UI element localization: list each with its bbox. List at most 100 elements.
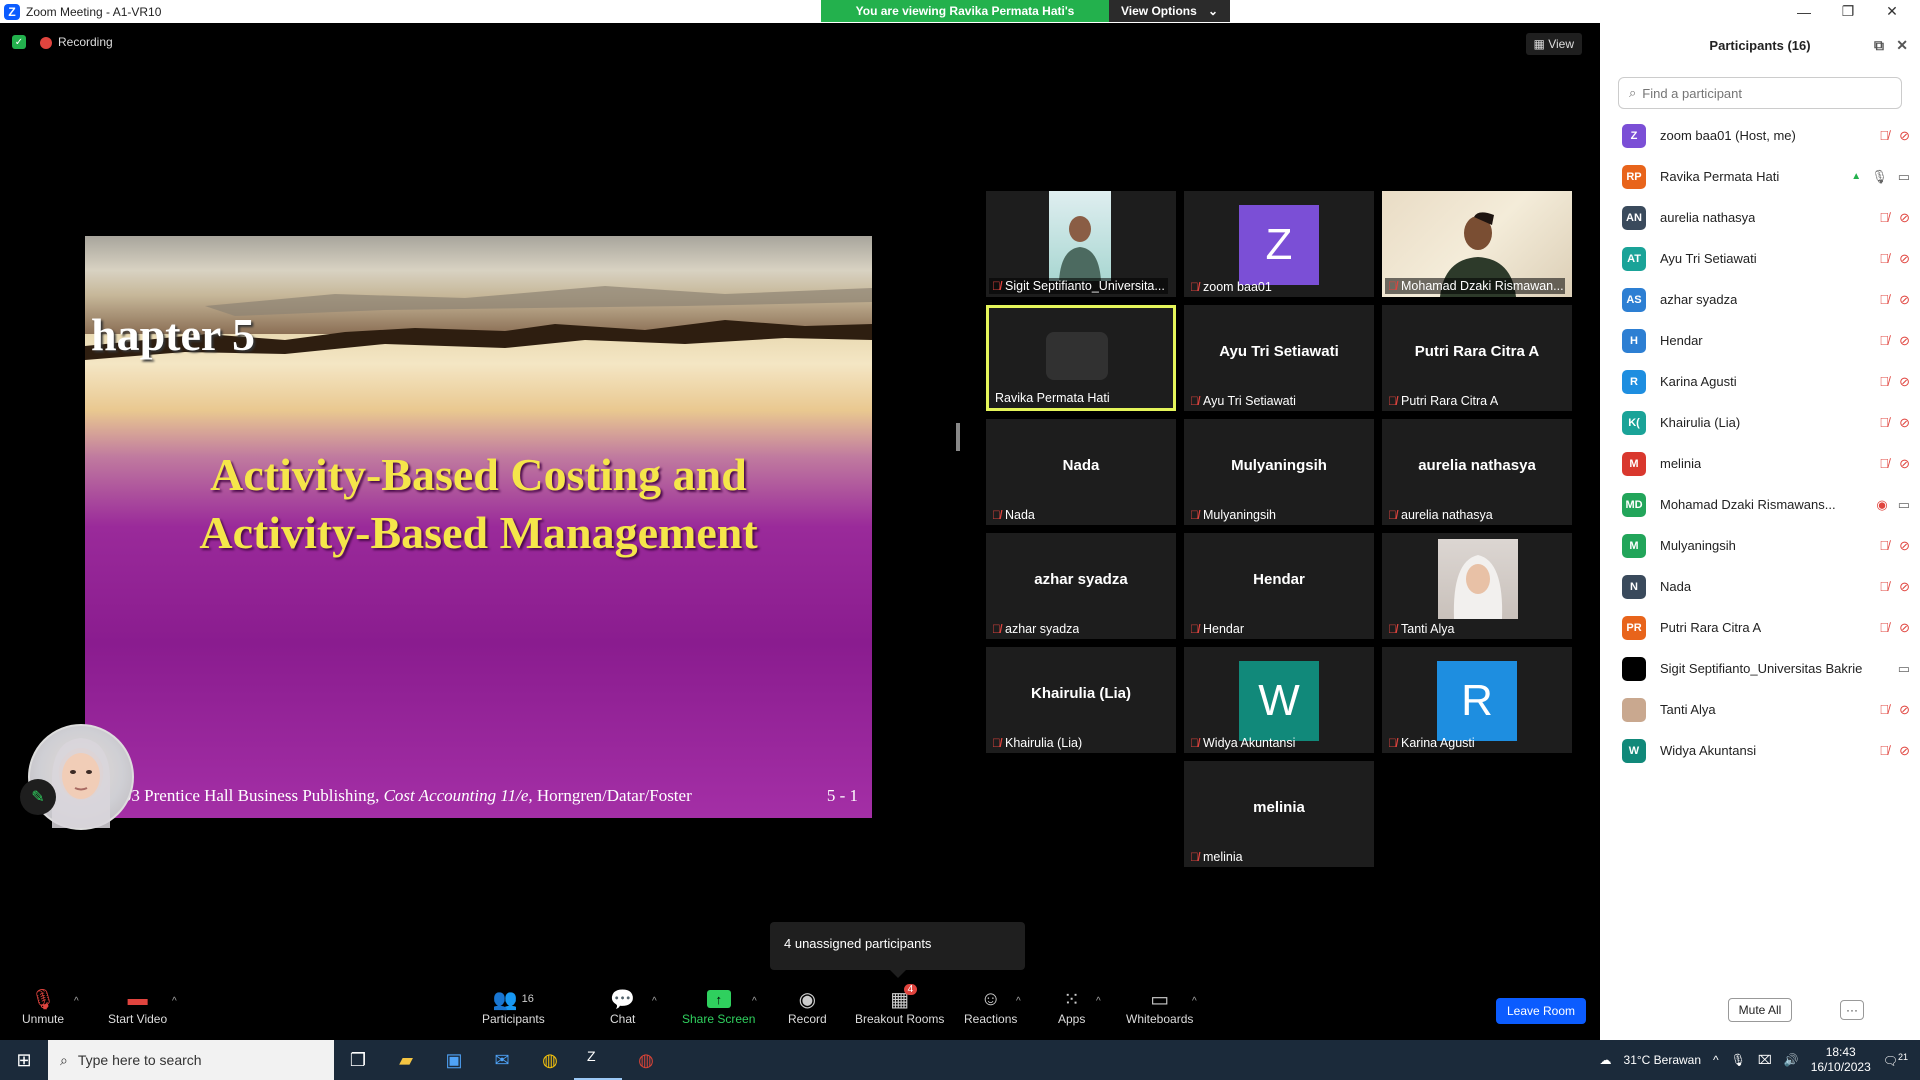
restore-button[interactable]: ❐ — [1826, 0, 1870, 23]
taskbar-search[interactable]: ⌕ Type here to search — [48, 1040, 334, 1080]
video-off-icon[interactable]: ⊘ — [1899, 743, 1910, 759]
video-on-icon[interactable]: ▭ — [1898, 661, 1910, 677]
close-icon[interactable]: ✕ — [1896, 37, 1908, 54]
video-tile[interactable]: Khairulia (Lia) 🎙̸ Khairulia (Lia) — [986, 647, 1176, 753]
mic-off-icon[interactable]: 🎙̸ — [1879, 538, 1889, 553]
view-options-button[interactable]: View Options ⌄ — [1109, 0, 1230, 22]
video-off-icon[interactable]: ⊘ — [1899, 128, 1910, 144]
participant-row[interactable]: H Hendar 🎙̸ ⊘ — [1600, 320, 1920, 361]
mic-off-icon[interactable]: 🎙̸ — [1879, 456, 1889, 471]
video-tile[interactable]: Mulyaningsih 🎙̸ Mulyaningsih — [1184, 419, 1374, 525]
recording-indicator[interactable]: Recording — [40, 35, 113, 49]
windows-start-icon[interactable]: ⊞ — [0, 1040, 48, 1080]
notifications-icon[interactable]: 🗨21 — [1883, 1052, 1908, 1068]
tray-chevron-up-icon[interactable]: ^ — [1713, 1053, 1719, 1067]
apps-caret-icon[interactable]: ^ — [1096, 996, 1101, 1007]
video-off-icon[interactable]: ⊘ — [1899, 210, 1910, 226]
close-window-button[interactable]: ✕ — [1870, 0, 1914, 23]
mic-off-icon[interactable]: 🎙̸ — [1879, 333, 1889, 348]
zoom-app-icon[interactable]: Z — [574, 1040, 622, 1080]
split-resize-handle[interactable] — [956, 423, 960, 451]
participant-row[interactable]: M Mulyaningsih 🎙̸ ⊘ — [1600, 525, 1920, 566]
microsoft-store-icon[interactable]: ▣ — [430, 1040, 478, 1080]
mic-off-icon[interactable]: 🎙̸ — [1879, 251, 1889, 266]
pop-out-icon[interactable]: ⧉ — [1874, 37, 1884, 54]
participant-search[interactable]: ⌕ — [1618, 77, 1902, 109]
participant-row[interactable]: PR Putri Rara Citra A 🎙̸ ⊘ — [1600, 607, 1920, 648]
mail-icon[interactable]: ✉ — [478, 1040, 526, 1080]
participants-button[interactable]: 👥 16 Participants — [482, 986, 545, 1027]
participant-row[interactable]: Tanti Alya 🎙̸ ⊘ — [1600, 689, 1920, 730]
video-tile[interactable]: 🎙̸ Mohamad Dzaki Rismawan... — [1382, 191, 1572, 297]
mic-off-icon[interactable]: 🎙̸ — [1879, 374, 1889, 389]
video-off-icon[interactable]: ⊘ — [1899, 620, 1910, 636]
participant-row[interactable]: Mmelinia 🎙̸ ⊘ — [1600, 443, 1920, 484]
mic-off-icon[interactable]: 🎙̸ — [1879, 128, 1889, 143]
mic-off-icon[interactable]: 🎙̸ — [1879, 292, 1889, 307]
minimize-button[interactable]: — — [1782, 0, 1826, 23]
participant-row[interactable]: W Widya Akuntansi 🎙̸ ⊘ — [1600, 730, 1920, 771]
video-tile[interactable]: melinia 🎙̸ melinia — [1184, 761, 1374, 867]
participant-row[interactable]: N Nada 🎙̸ ⊘ — [1600, 566, 1920, 607]
video-off-icon[interactable]: ⊘ — [1899, 579, 1910, 595]
mic-off-icon[interactable]: 🎙̸ — [1879, 579, 1889, 594]
video-on-icon[interactable]: ▭ — [1898, 497, 1910, 513]
presenter-camera-thumbnail[interactable] — [28, 724, 134, 830]
view-button[interactable]: ▦ View — [1525, 33, 1582, 55]
task-view-icon[interactable]: ❐ — [334, 1040, 382, 1080]
chrome-window-icon[interactable]: ◍ — [622, 1040, 670, 1080]
volume-icon[interactable]: 🔊 — [1784, 1053, 1799, 1067]
video-tile[interactable]: 🎙̸ Sigit Septifianto_Universita... — [986, 191, 1176, 297]
mic-off-icon[interactable]: 🎙̸ — [1879, 415, 1889, 430]
video-off-icon[interactable]: ⊘ — [1899, 415, 1910, 431]
audio-options-caret-icon[interactable]: ^ — [74, 996, 79, 1007]
video-tile[interactable]: 🎙̸ Tanti Alya — [1382, 533, 1572, 639]
shield-icon[interactable]: ✓ — [12, 35, 26, 49]
annotate-pencil-icon[interactable]: ✎ — [20, 779, 56, 815]
mic-off-icon[interactable]: 🎙̸ — [1879, 702, 1889, 717]
clock[interactable]: 18:43 16/10/2023 — [1811, 1045, 1871, 1075]
network-icon[interactable]: ⌧ — [1758, 1053, 1772, 1067]
video-tile[interactable]: R 🎙̸ Karina Agusti — [1382, 647, 1572, 753]
record-button[interactable]: ◉ Record — [788, 986, 827, 1027]
video-on-icon[interactable]: ▭ — [1898, 169, 1910, 185]
mic-off-icon[interactable]: 🎙̸ — [1879, 743, 1889, 758]
video-off-icon[interactable]: ⊘ — [1899, 456, 1910, 472]
participant-row[interactable]: MD Mohamad Dzaki Rismawans... ◉ ▭ — [1600, 484, 1920, 525]
whiteboards-button[interactable]: ▭ Whiteboards — [1126, 986, 1193, 1027]
video-tile[interactable]: aurelia nathasya 🎙̸ aurelia nathasya — [1382, 419, 1572, 525]
reactions-caret-icon[interactable]: ^ — [1016, 996, 1021, 1007]
video-off-icon[interactable]: ⊘ — [1899, 374, 1910, 390]
participant-row[interactable]: Sigit Septifianto_Universitas Bakrie ▭ — [1600, 648, 1920, 689]
start-video-button[interactable]: ▬ Start Video — [108, 986, 167, 1027]
participant-row[interactable]: AS azhar syadza 🎙̸ ⊘ — [1600, 279, 1920, 320]
chat-caret-icon[interactable]: ^ — [652, 996, 657, 1007]
video-tile[interactable]: Ayu Tri Setiawati 🎙̸ Ayu Tri Setiawati — [1184, 305, 1374, 411]
video-tile[interactable]: Hendar 🎙̸ Hendar — [1184, 533, 1374, 639]
participant-row[interactable]: K(Khairulia (Lia) 🎙̸ ⊘ — [1600, 402, 1920, 443]
breakout-rooms-button[interactable]: ▦ 4 Breakout Rooms — [855, 984, 944, 1026]
video-off-icon[interactable]: ⊘ — [1899, 292, 1910, 308]
weather-text[interactable]: 31°C Berawan — [1624, 1053, 1702, 1067]
participant-row[interactable]: R Karina Agusti 🎙̸ ⊘ — [1600, 361, 1920, 402]
more-options-button[interactable]: ··· — [1840, 1000, 1864, 1020]
mic-off-icon[interactable]: 🎙̸ — [1879, 620, 1889, 635]
reactions-button[interactable]: ☺ Reactions — [964, 986, 1017, 1027]
participant-row[interactable]: RP Ravika Permata Hati ▲ 🎙 ▭ — [1600, 156, 1920, 197]
video-tile[interactable]: azhar syadza 🎙̸ azhar syadza — [986, 533, 1176, 639]
chrome-icon[interactable]: ◍ — [526, 1040, 574, 1080]
participant-row[interactable]: AT Ayu Tri Setiawati 🎙̸ ⊘ — [1600, 238, 1920, 279]
video-off-icon[interactable]: ⊘ — [1899, 538, 1910, 554]
video-tile[interactable]: W 🎙̸ Widya Akuntansi — [1184, 647, 1374, 753]
mute-all-button[interactable]: Mute All — [1727, 998, 1793, 1022]
video-off-icon[interactable]: ⊘ — [1899, 702, 1910, 718]
video-tile-active-speaker[interactable]: Ravika Permata Hati — [986, 305, 1176, 411]
participant-row[interactable]: AN aurelia nathasya 🎙̸ ⊘ — [1600, 197, 1920, 238]
leave-room-button[interactable]: Leave Room — [1496, 998, 1586, 1024]
chat-button[interactable]: 💬 Chat — [610, 986, 635, 1027]
recording-icon[interactable]: ◉ — [1876, 497, 1887, 513]
share-caret-icon[interactable]: ^ — [752, 996, 757, 1007]
apps-button[interactable]: ⁙ Apps — [1058, 986, 1085, 1027]
file-explorer-icon[interactable]: ▰ — [382, 1040, 430, 1080]
video-off-icon[interactable]: ⊘ — [1899, 333, 1910, 349]
